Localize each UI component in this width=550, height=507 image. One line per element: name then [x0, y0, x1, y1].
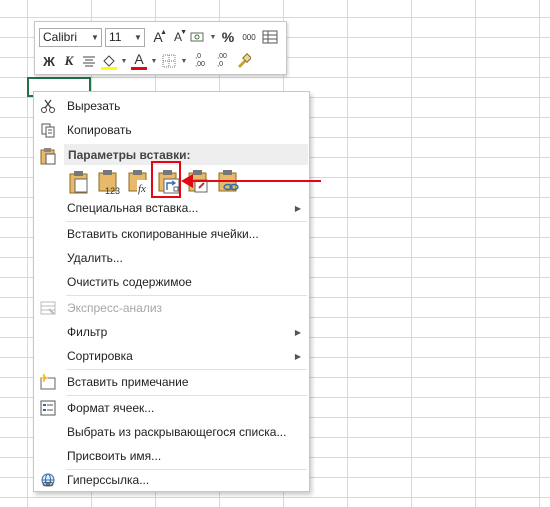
menu-item-delete[interactable]: Удалить... — [34, 246, 309, 270]
menu-item-filter[interactable]: Фильтр ▶ — [34, 320, 309, 344]
menu-item-copy[interactable]: Копировать — [34, 118, 309, 142]
chevron-down-icon: ▼ — [209, 33, 217, 41]
paste-icon — [69, 171, 88, 194]
menu-item-hyperlink[interactable]: Гиперссылка... — [34, 468, 309, 492]
annotation-highlight-box — [151, 161, 181, 198]
chevron-down-icon: ▼ — [120, 57, 128, 65]
menu-item-label: Формат ячеек... — [67, 401, 155, 415]
menu-item-clear-contents[interactable]: Очистить содержимое — [34, 270, 309, 294]
font-color-button[interactable]: А — [129, 51, 149, 71]
number-format-dropdown[interactable]: ▼ — [208, 27, 218, 47]
decrease-decimal-button[interactable]: ,00 ,0 — [211, 51, 233, 71]
paste-values-icon: 123 — [98, 170, 120, 195]
percent-icon: % — [221, 29, 235, 45]
borders-button[interactable] — [159, 51, 179, 71]
borders-dropdown[interactable]: ▼ — [179, 51, 189, 71]
annotation-arrow — [191, 180, 321, 182]
svg-text:123: 123 — [105, 186, 120, 195]
font-color-dropdown[interactable]: ▼ — [149, 51, 159, 71]
menu-item-insert-comment[interactable]: Вставить примечание — [34, 370, 309, 394]
menu-item-label: Копировать — [67, 123, 132, 137]
increase-font-size-button[interactable]: A ▲ — [148, 27, 168, 47]
paste-values-button[interactable]: 123 — [96, 168, 122, 196]
menu-item-label: Сортировка — [67, 349, 133, 363]
menu-item-insert-copied-cells[interactable]: Вставить скопированные ячейки... — [34, 222, 309, 246]
menu-item-label: Вставить примечание — [67, 375, 189, 389]
fill-color-dropdown[interactable]: ▼ — [119, 51, 129, 71]
copy-icon — [38, 120, 58, 140]
currency-format-icon — [190, 32, 204, 42]
quick-analysis-icon — [38, 298, 58, 318]
paste-link-icon — [218, 170, 239, 192]
context-menu: Вырезать Копировать Параметры вставки: 1… — [33, 91, 310, 492]
font-color-icon: А — [134, 51, 144, 67]
align-center-icon — [83, 56, 95, 67]
thousands-separator-button[interactable]: 000 — [238, 27, 260, 47]
increase-decimal-button[interactable]: ,0 ,00 — [189, 51, 211, 71]
thousands-icon: 000 — [242, 32, 256, 42]
menu-item-cut[interactable]: Вырезать — [34, 94, 309, 118]
menu-item-label: Специальная вставка... — [67, 201, 199, 215]
bold-icon: Ж — [43, 53, 55, 69]
font-size-combo[interactable]: 11 ▼ — [105, 27, 145, 47]
submenu-arrow-icon: ▶ — [294, 327, 301, 337]
menu-item-label: Вставить скопированные ячейки... — [67, 227, 259, 241]
menu-item-quick-analysis: Экспресс-анализ — [34, 296, 309, 320]
paste-link-button[interactable] — [216, 168, 242, 196]
bold-button[interactable]: Ж — [39, 51, 59, 71]
arrow-left-icon — [181, 174, 193, 188]
menu-item-label: Экспресс-анализ — [67, 301, 163, 315]
menu-item-sort[interactable]: Сортировка ▶ — [34, 344, 309, 368]
paint-bucket-icon — [101, 55, 117, 70]
font-name-combo[interactable]: Calibri ▼ — [39, 27, 102, 47]
paste-button[interactable] — [66, 168, 92, 196]
number-format-button[interactable] — [188, 27, 208, 47]
paste-clipboard-icon — [38, 146, 58, 166]
menu-item-label: Вырезать — [67, 99, 121, 113]
menu-item-label: Очистить содержимое — [67, 275, 192, 289]
table-icon — [262, 30, 278, 44]
italic-icon: К — [64, 53, 74, 68]
italic-button[interactable]: К — [59, 51, 79, 71]
chevron-down-icon: ▼ — [150, 57, 158, 65]
menu-item-label: Выбрать из раскрывающегося списка... — [67, 425, 287, 439]
menu-item-label: Удалить... — [67, 251, 123, 265]
paste-options-header: Параметры вставки: — [64, 144, 308, 165]
submenu-arrow-icon: ▶ — [294, 203, 301, 213]
chevron-down-icon: ▼ — [134, 32, 142, 42]
format-cells-icon — [38, 398, 58, 418]
menu-item-paste-special[interactable]: Специальная вставка... ▶ — [34, 196, 309, 220]
menu-item-label: Присвоить имя... — [67, 449, 162, 463]
format-painter-icon — [238, 53, 251, 68]
align-center-button[interactable] — [79, 51, 99, 71]
scissors-icon — [38, 96, 58, 116]
borders-icon — [162, 54, 176, 68]
font-size-value: 11 — [109, 30, 122, 44]
format-painter-button[interactable] — [233, 51, 253, 71]
hyperlink-icon — [38, 470, 58, 490]
paste-formulas-icon: fx — [128, 170, 150, 195]
decrease-font-size-button[interactable]: A ▼ — [168, 27, 188, 47]
format-table-button[interactable] — [260, 27, 280, 47]
fill-color-button[interactable] — [99, 51, 119, 71]
menu-item-label: Фильтр — [67, 325, 108, 339]
decrease-decimal-icon: ,00 ,0 — [217, 53, 227, 68]
menu-item-pick-from-list[interactable]: Выбрать из раскрывающегося списка... — [34, 420, 309, 444]
percent-style-button[interactable]: % — [218, 27, 238, 47]
menu-item-define-name[interactable]: Присвоить имя... — [34, 444, 309, 468]
new-comment-icon — [38, 372, 58, 392]
increase-decimal-icon: ,0 ,00 — [195, 53, 205, 68]
menu-item-format-cells[interactable]: Формат ячеек... — [34, 396, 309, 420]
paste-formulas-button[interactable]: fx — [126, 168, 152, 196]
menu-item-label: Гиперссылка... — [67, 473, 150, 487]
submenu-arrow-icon: ▶ — [294, 351, 301, 361]
paste-options-label: Параметры вставки: — [68, 147, 191, 162]
font-name-value: Calibri — [43, 30, 78, 44]
chevron-down-icon: ▼ — [180, 57, 188, 65]
mini-toolbar: Calibri ▼ 11 ▼ A ▲ A ▼ ▼ % 000 Ж К ▼ А ▼… — [34, 21, 287, 75]
chevron-down-icon: ▼ — [91, 32, 99, 42]
svg-text:fx: fx — [138, 183, 146, 195]
